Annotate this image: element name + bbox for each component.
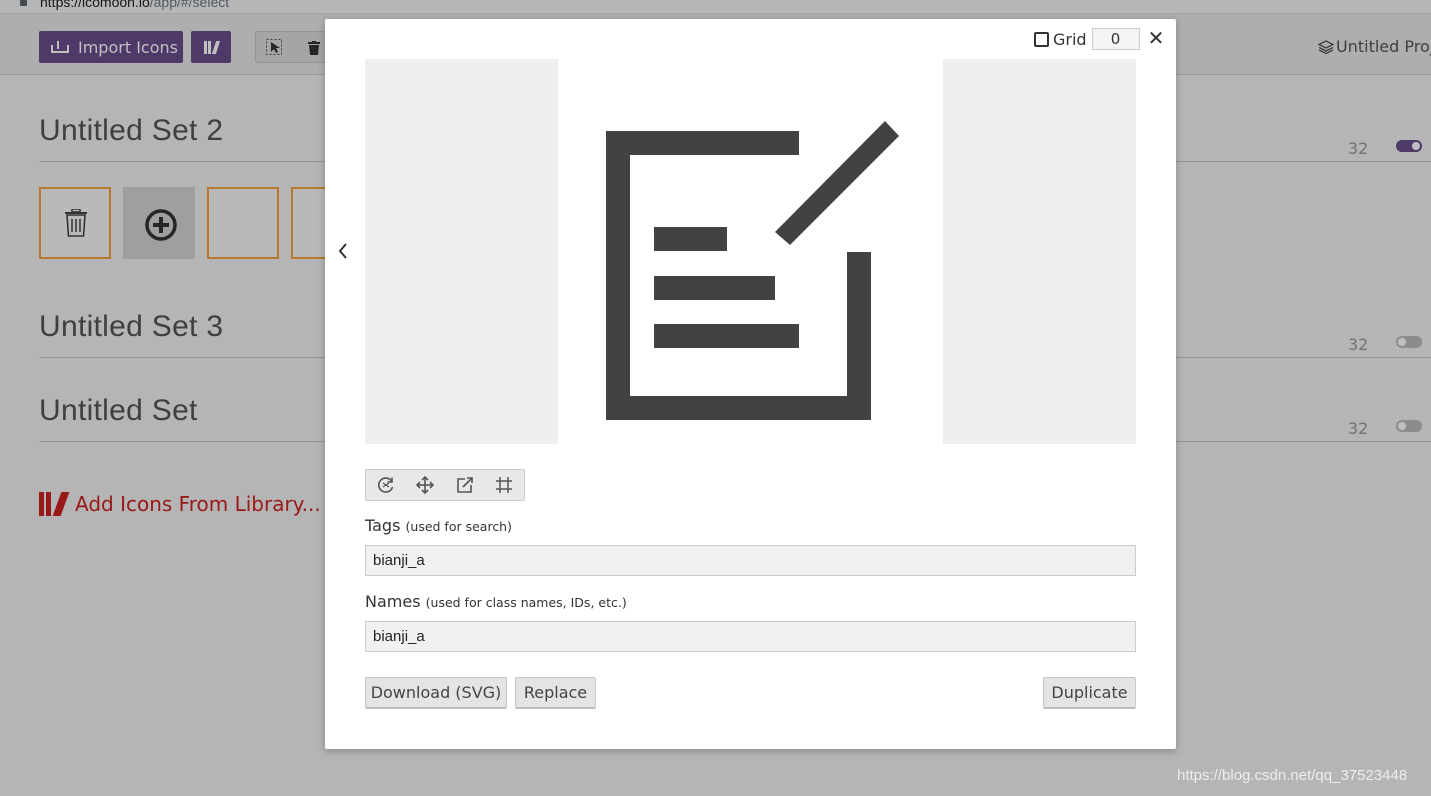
icon-tools-row [365, 469, 525, 501]
names-label-text: Names [365, 592, 421, 611]
tags-input[interactable]: bianji_a [365, 545, 1136, 576]
icon-edit-modal: Grid 0 ✕ Tags (used for search) bianji_a… [325, 19, 1176, 749]
replace-button[interactable]: Replace [515, 677, 596, 709]
grid-checkbox[interactable] [1034, 31, 1049, 47]
download-svg-button[interactable]: Download (SVG) [365, 677, 507, 709]
tags-label: Tags (used for search) [365, 516, 512, 535]
names-input[interactable]: bianji_a [365, 621, 1136, 652]
duplicate-button[interactable]: Duplicate [1043, 677, 1136, 709]
rotate-tool-button[interactable] [366, 470, 406, 500]
scale-tool-button[interactable] [445, 470, 485, 500]
preview-panel-left [365, 59, 558, 444]
tags-hint: (used for search) [405, 519, 512, 534]
edit-document-icon [606, 121, 899, 420]
close-icon[interactable]: ✕ [1147, 28, 1165, 48]
watermark-text: https://blog.csdn.net/qq_37523448 [1177, 767, 1408, 784]
grid-size-input[interactable]: 0 [1091, 28, 1140, 50]
resize-icon [456, 477, 473, 493]
rotate-icon [377, 477, 394, 493]
names-label: Names (used for class names, IDs, etc.) [365, 592, 627, 611]
move-icon [416, 476, 435, 494]
tags-label-text: Tags [365, 516, 401, 535]
names-hint: (used for class names, IDs, etc.) [425, 595, 627, 610]
grid-tool-button[interactable] [485, 470, 525, 500]
grid-label: Grid [1053, 29, 1087, 49]
chevron-left-icon[interactable] [337, 242, 349, 260]
grid-hash-icon [496, 477, 513, 493]
move-tool-button[interactable] [406, 470, 446, 500]
grid-control: Grid 0 [1034, 28, 1140, 50]
preview-panel-right [943, 59, 1136, 444]
